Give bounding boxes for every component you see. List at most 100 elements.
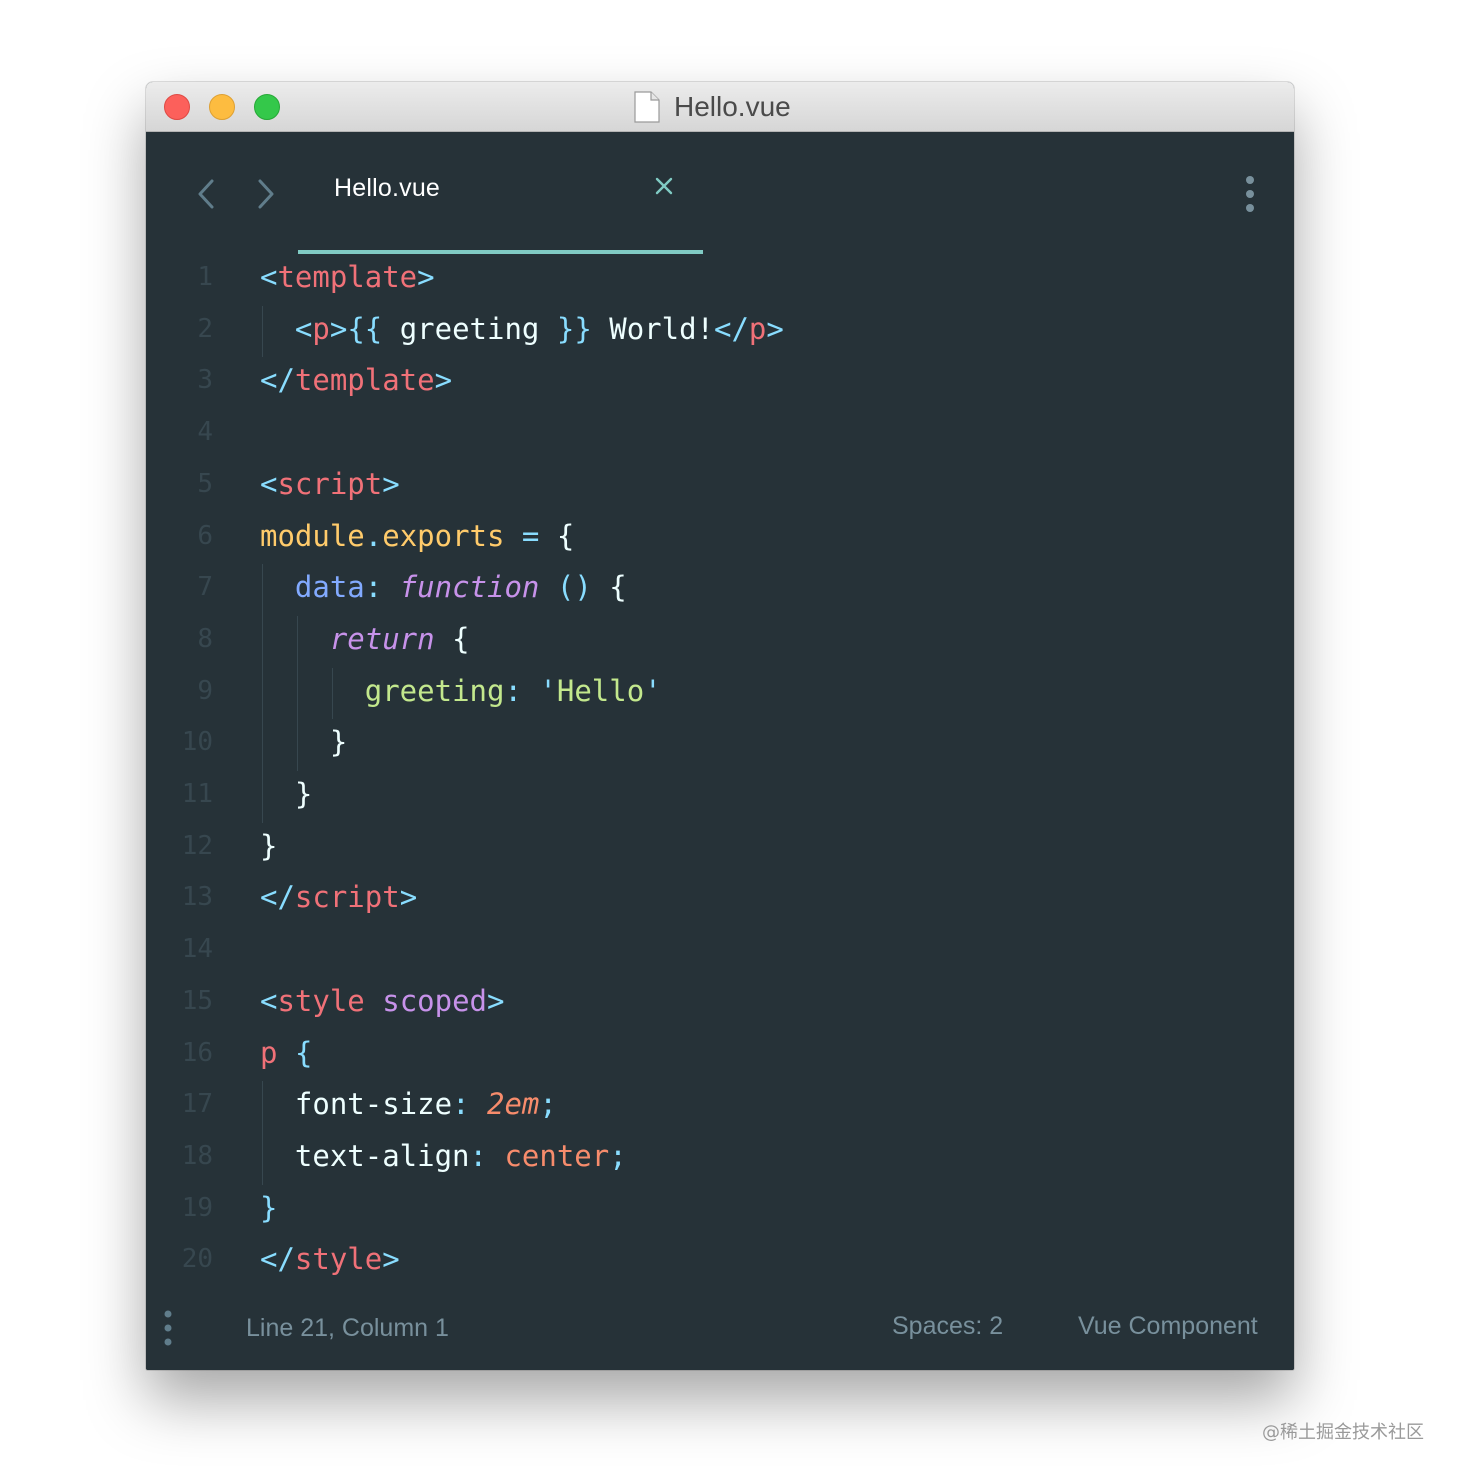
code-line[interactable]: 19} bbox=[146, 1185, 1294, 1237]
code-token: data bbox=[294, 570, 365, 605]
code-token: { bbox=[294, 1035, 313, 1070]
code-token: font-size bbox=[294, 1087, 453, 1122]
code-line[interactable]: 4 bbox=[146, 409, 1294, 461]
code-line[interactable]: 11 } bbox=[146, 771, 1294, 823]
indent-guide bbox=[262, 305, 263, 358]
editor-window: Hello.vue Hello.vue 1 <template> 2 <p>{{ g… bbox=[146, 82, 1294, 1370]
code-text: </template> bbox=[260, 363, 452, 397]
code-text: } bbox=[260, 725, 347, 759]
document-icon bbox=[634, 91, 660, 123]
code-token: { bbox=[591, 570, 627, 605]
code-line[interactable]: 10 } bbox=[146, 719, 1294, 771]
code-token: </ bbox=[260, 1242, 295, 1277]
code-line[interactable]: 8 return { bbox=[146, 616, 1294, 668]
code-token: template bbox=[277, 260, 418, 294]
code-text: } bbox=[260, 777, 312, 811]
chevron-left-icon[interactable] bbox=[194, 176, 218, 212]
tab-label: Hello.vue bbox=[334, 174, 441, 202]
code-line[interactable]: 20 </style> bbox=[146, 1236, 1294, 1288]
code-line[interactable]: 13 </script> bbox=[146, 874, 1294, 926]
indent-guide bbox=[262, 667, 263, 720]
code-token: > bbox=[399, 880, 418, 915]
code-line[interactable]: 9 greeting: 'Hello' bbox=[146, 668, 1294, 720]
code-token: < bbox=[294, 311, 313, 346]
code-line[interactable]: 17 font-size: 2em; bbox=[146, 1081, 1294, 1133]
indent-guide bbox=[262, 564, 263, 616]
code-token: < bbox=[260, 466, 278, 501]
code-text: <p>{{ greeting }} World!</p> bbox=[260, 312, 784, 346]
more-vertical-icon[interactable] bbox=[1238, 174, 1262, 214]
chevron-right-icon[interactable] bbox=[254, 176, 278, 212]
code-token: p bbox=[748, 311, 767, 346]
code-line[interactable]: 16 p { bbox=[146, 1030, 1294, 1082]
minimize-window-button[interactable] bbox=[209, 94, 235, 120]
line-number: 20 bbox=[181, 1244, 213, 1275]
code-token: scoped bbox=[382, 983, 488, 1018]
indentation-setting[interactable]: Spaces: 2 bbox=[892, 1312, 1003, 1341]
code-token: : bbox=[364, 570, 383, 605]
code-token: ' bbox=[644, 673, 662, 708]
code-line[interactable]: 6 module.exports = { bbox=[146, 513, 1294, 565]
line-number: 2 bbox=[197, 313, 213, 344]
code-line[interactable]: 7 data: function () { bbox=[146, 564, 1294, 616]
code-token: {{ bbox=[347, 311, 383, 346]
syntax-mode[interactable]: Vue Component bbox=[1078, 1312, 1258, 1341]
close-icon[interactable] bbox=[652, 174, 676, 198]
code-token: : bbox=[452, 1087, 470, 1122]
code-text: <script> bbox=[260, 467, 400, 501]
code-text: font-size: 2em; bbox=[260, 1087, 557, 1121]
cursor-position[interactable]: Line 21, Column 1 bbox=[246, 1314, 449, 1343]
title-bar[interactable]: Hello.vue bbox=[146, 82, 1294, 132]
code-text: greeting: 'Hello' bbox=[260, 674, 662, 708]
code-line[interactable]: 14 bbox=[146, 926, 1294, 978]
code-text: </script> bbox=[260, 880, 417, 914]
indent-guide bbox=[262, 615, 263, 668]
indent-guide bbox=[296, 719, 298, 771]
code-line[interactable]: 18 text-align: center; bbox=[146, 1133, 1294, 1185]
tab-bar: Hello.vue bbox=[146, 132, 1294, 254]
more-vertical-icon[interactable] bbox=[158, 1308, 178, 1348]
code-editor[interactable]: 1 <template> 2 <p>{{ greeting }} World!</p… bbox=[146, 254, 1294, 1294]
code-token: text-align bbox=[294, 1138, 470, 1173]
code-token: . bbox=[364, 518, 383, 553]
code-token: Hello bbox=[556, 673, 645, 708]
code-token: } bbox=[260, 828, 278, 863]
line-number: 13 bbox=[181, 882, 213, 913]
tab-hello-vue[interactable]: Hello.vue bbox=[298, 132, 703, 254]
line-number: 10 bbox=[181, 727, 213, 758]
line-number: 4 bbox=[197, 417, 213, 448]
code-token: > bbox=[434, 363, 453, 398]
code-token: center bbox=[504, 1138, 610, 1173]
line-number: 7 bbox=[197, 572, 213, 603]
line-number: 15 bbox=[181, 985, 213, 1016]
code-line[interactable]: 2 <p>{{ greeting }} World!</p> bbox=[146, 306, 1294, 358]
line-number: 1 bbox=[197, 262, 213, 292]
code-line[interactable]: 12} bbox=[146, 823, 1294, 875]
code-text: text-align: center; bbox=[260, 1139, 627, 1173]
code-token: World! bbox=[591, 311, 714, 346]
code-token: ; bbox=[539, 1087, 557, 1122]
code-token: : bbox=[504, 673, 522, 708]
code-line[interactable]: 15 <style scoped> bbox=[146, 978, 1294, 1030]
code-text: <template> bbox=[260, 260, 435, 294]
zoom-window-button[interactable] bbox=[254, 94, 280, 120]
close-window-button[interactable] bbox=[164, 94, 190, 120]
code-token: ' bbox=[539, 673, 557, 708]
indent-guide bbox=[262, 1081, 263, 1133]
code-line[interactable]: 1 <template> bbox=[146, 254, 1294, 306]
watermark: @稀土掘金技术社区 bbox=[1262, 1422, 1424, 1443]
line-number: 6 bbox=[197, 520, 213, 551]
line-number: 9 bbox=[197, 675, 213, 706]
code-token: > bbox=[382, 1242, 400, 1277]
code-line[interactable]: 5 <script> bbox=[146, 461, 1294, 513]
code-line[interactable]: 3 </template> bbox=[146, 357, 1294, 409]
